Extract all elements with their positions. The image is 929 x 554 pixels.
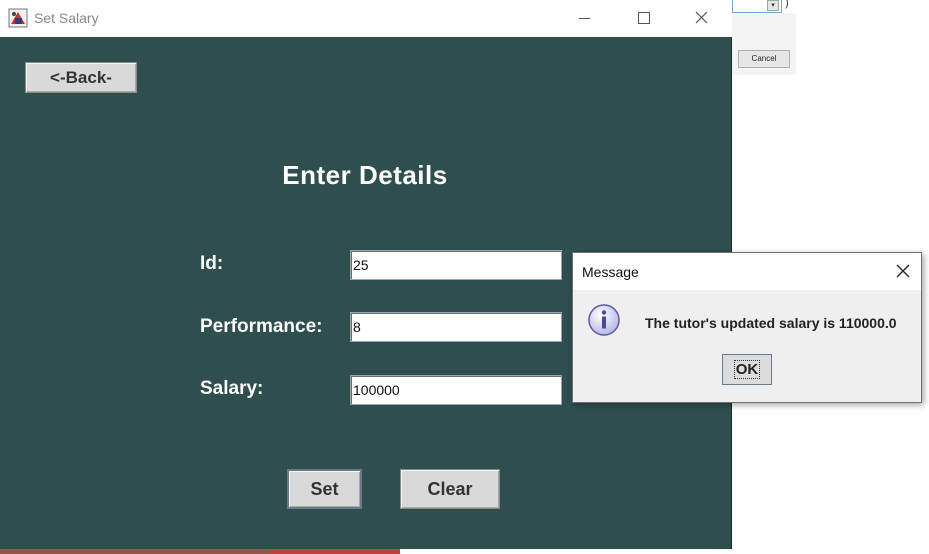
- clear-button[interactable]: Clear: [400, 469, 500, 509]
- performance-label: Performance:: [200, 316, 323, 337]
- id-label: Id:: [200, 253, 224, 274]
- dialog-close-icon[interactable]: [891, 259, 915, 283]
- salary-field[interactable]: 100000: [350, 375, 562, 405]
- background-strip-red: [270, 549, 400, 554]
- dialog-message: The tutor's updated salary is 110000.0: [645, 315, 897, 331]
- salary-label: Salary:: [200, 378, 264, 399]
- background-cancel-button[interactable]: Cancel: [738, 50, 790, 68]
- info-icon: [588, 304, 620, 336]
- background-dropdown[interactable]: ▾: [732, 0, 782, 13]
- dialog-title: Message: [582, 264, 639, 280]
- chevron-down-icon[interactable]: ▾: [767, 0, 779, 11]
- background-strip: [0, 549, 270, 554]
- id-field[interactable]: 25: [350, 250, 562, 280]
- dialog-title-bar[interactable]: Message: [573, 253, 921, 290]
- page-title: Enter Details: [282, 160, 448, 190]
- close-button[interactable]: [678, 0, 724, 37]
- minimize-button[interactable]: [562, 0, 608, 37]
- performance-field[interactable]: 8: [350, 312, 562, 342]
- title-bar[interactable]: Set Salary: [0, 0, 732, 37]
- maximize-button[interactable]: [620, 0, 666, 37]
- back-button[interactable]: <-Back-: [25, 62, 137, 93]
- ok-label: OK: [733, 360, 761, 379]
- ok-button[interactable]: OK: [722, 354, 772, 385]
- java-app-icon: [8, 8, 28, 28]
- window-title: Set Salary: [34, 10, 99, 26]
- close-icon: [695, 11, 708, 24]
- set-button[interactable]: Set: [287, 469, 362, 509]
- background-paren: ): [785, 0, 789, 9]
- message-dialog: Message The tutor's updated salary is 11…: [572, 252, 922, 403]
